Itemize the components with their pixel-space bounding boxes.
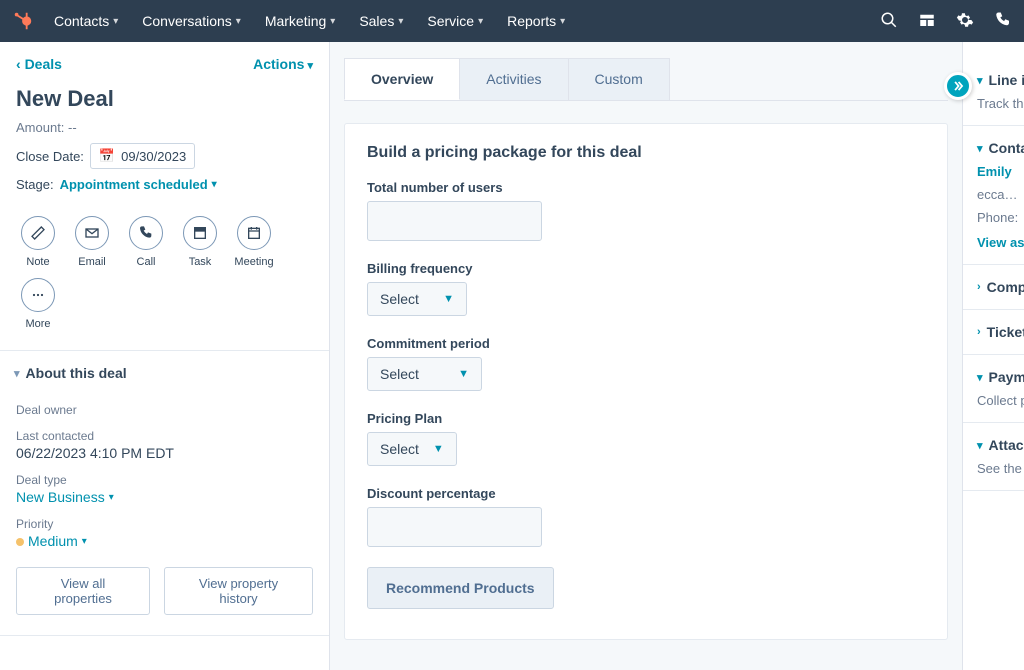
about-deal-props: Deal owner Last contacted 06/22/2023 4:1… xyxy=(0,403,329,629)
hubspot-logo[interactable] xyxy=(12,10,34,32)
nav-sales[interactable]: Sales▾ xyxy=(359,13,403,29)
tab-activities[interactable]: Activities xyxy=(459,58,568,100)
calendar-icon: 📅 xyxy=(99,148,115,164)
priority-label: Priority xyxy=(16,517,313,531)
amount-row: Amount: -- xyxy=(0,118,329,141)
nav-reports[interactable]: Reports▾ xyxy=(507,13,565,29)
priority-select[interactable]: Medium xyxy=(28,533,87,549)
task-label: Task xyxy=(189,256,212,268)
note-icon[interactable] xyxy=(21,216,55,250)
deal-type-label: Deal type xyxy=(16,473,313,487)
nav-marketing[interactable]: Marketing▾ xyxy=(265,13,336,29)
close-date-row: Close Date: 📅 09/30/2023 xyxy=(0,141,329,175)
close-date-input[interactable]: 📅 09/30/2023 xyxy=(90,143,195,169)
nav-menu: Contacts▾ Conversations▾ Marketing▾ Sale… xyxy=(54,13,565,29)
discount-label: Discount percentage xyxy=(367,486,925,501)
plan-label: Pricing Plan xyxy=(367,411,925,426)
nav-conversations[interactable]: Conversations▾ xyxy=(142,13,241,29)
tabs: Overview Activities Custom xyxy=(344,58,948,101)
email-icon[interactable] xyxy=(75,216,109,250)
about-deal-toggle[interactable]: ▾About this deal xyxy=(0,351,329,391)
search-icon[interactable] xyxy=(880,11,898,32)
contact-phone: Phone: xyxy=(977,210,1024,225)
tab-custom[interactable]: Custom xyxy=(568,58,670,100)
recommend-products-button[interactable]: Recommend Products xyxy=(367,567,554,609)
top-nav: Contacts▾ Conversations▾ Marketing▾ Sale… xyxy=(0,0,1024,42)
users-input[interactable] xyxy=(367,201,542,241)
billing-label: Billing frequency xyxy=(367,261,925,276)
call-label: Call xyxy=(137,256,156,268)
nav-service[interactable]: Service▾ xyxy=(427,13,483,29)
payments-toggle[interactable]: ▾Payments xyxy=(977,369,1024,385)
view-property-history-button[interactable]: View property history xyxy=(164,567,313,615)
meeting-label: Meeting xyxy=(234,256,273,268)
commitment-select[interactable]: Select▼ xyxy=(367,357,482,391)
settings-icon[interactable] xyxy=(956,11,974,32)
plan-select[interactable]: Select▼ xyxy=(367,432,457,466)
nav-contacts[interactable]: Contacts▾ xyxy=(54,13,118,29)
quick-actions: Note Email Call Task Meeting More xyxy=(0,198,329,344)
contact-email: ecca… xyxy=(977,187,1024,202)
tickets-toggle[interactable]: ›Tickets xyxy=(977,324,1024,340)
contact-name[interactable]: Emily xyxy=(977,164,1024,179)
pricing-card: Build a pricing package for this deal To… xyxy=(344,123,948,640)
line-items-toggle[interactable]: ▾Line items xyxy=(977,72,1024,88)
stage-select[interactable]: Appointment scheduled xyxy=(60,177,217,192)
center-panel: Overview Activities Custom Build a prici… xyxy=(330,42,962,670)
line-items-body: Track the products on the deal record. xyxy=(977,96,1024,111)
tab-overview[interactable]: Overview xyxy=(344,58,460,100)
more-label: More xyxy=(25,318,50,330)
marketplace-icon[interactable] xyxy=(918,11,936,32)
discount-input[interactable] xyxy=(367,507,542,547)
contacts-toggle[interactable]: ▾Contacts xyxy=(977,140,1024,156)
view-all-properties-button[interactable]: View all properties xyxy=(16,567,150,615)
note-label: Note xyxy=(26,256,49,268)
call-icon[interactable] xyxy=(129,216,163,250)
task-icon[interactable] xyxy=(183,216,217,250)
deal-actions[interactable]: Actions xyxy=(253,56,313,72)
users-label: Total number of users xyxy=(367,180,925,195)
attachments-toggle[interactable]: ▾Attachments xyxy=(977,437,1024,453)
deal-type-select[interactable]: New Business xyxy=(16,489,114,505)
back-to-deals[interactable]: Deals xyxy=(16,56,62,72)
email-label: Email xyxy=(78,256,106,268)
commitment-label: Commitment period xyxy=(367,336,925,351)
last-contacted-value: 06/22/2023 4:10 PM EDT xyxy=(16,445,313,461)
deal-title: New Deal xyxy=(0,82,329,118)
attachments-body: See the files attached to this record. xyxy=(977,461,1024,476)
priority-dot-icon xyxy=(16,538,24,546)
billing-select[interactable]: Select▼ xyxy=(367,282,467,316)
view-contacts-link[interactable]: View associated contacts xyxy=(977,235,1024,250)
phone-icon[interactable] xyxy=(994,11,1012,32)
payments-body: Collect payments from this deal using a … xyxy=(977,393,1024,408)
companies-toggle[interactable]: ›Companies xyxy=(977,279,1024,295)
nav-utility-icons xyxy=(880,11,1012,32)
stage-row: Stage: Appointment scheduled xyxy=(0,175,329,198)
right-drawer-toggle[interactable] xyxy=(944,72,972,100)
more-icon[interactable] xyxy=(21,278,55,312)
meeting-icon[interactable] xyxy=(237,216,271,250)
right-panel: ▾Line items Track the products on the de… xyxy=(962,42,1024,670)
deal-owner-label: Deal owner xyxy=(16,403,313,417)
card-title: Build a pricing package for this deal xyxy=(367,144,925,162)
last-contacted-label: Last contacted xyxy=(16,429,313,443)
left-panel: Deals Actions New Deal Amount: -- Close … xyxy=(0,42,330,670)
